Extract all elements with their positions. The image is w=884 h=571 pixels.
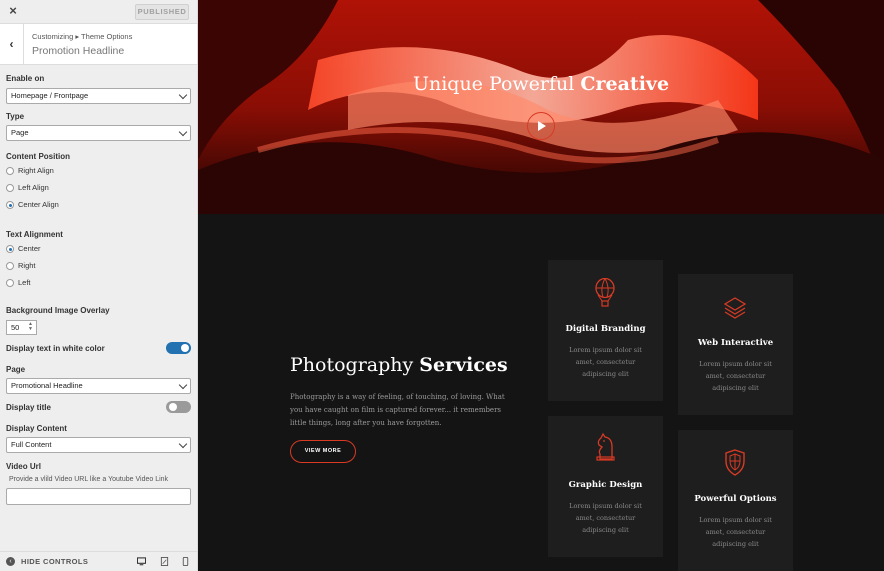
collapse-icon[interactable]: ‹ bbox=[6, 557, 15, 566]
card-text: Lorem ipsum dolor sit amet, consectetur … bbox=[699, 360, 772, 392]
video-url-label: Video Url bbox=[6, 462, 41, 471]
site-preview: Unique Powerful Creative Photography Ser… bbox=[198, 0, 884, 571]
type-label: Type bbox=[6, 112, 25, 121]
radio-button bbox=[6, 262, 14, 270]
type-select[interactable]: Page bbox=[6, 125, 191, 141]
radio-button bbox=[6, 167, 14, 175]
spinner-icon[interactable]: ▲ ▼ bbox=[28, 322, 33, 332]
display-content-select[interactable]: Full Content bbox=[6, 437, 191, 453]
enable-on-select[interactable]: Homepage / Frontpage bbox=[6, 88, 191, 104]
overlay-number-input[interactable]: 50 ▲ ▼ bbox=[6, 320, 37, 335]
radio-button bbox=[6, 184, 14, 192]
display-content-value: Full Content bbox=[11, 440, 52, 449]
white-text-toggle[interactable] bbox=[166, 342, 191, 354]
video-url-input[interactable] bbox=[6, 488, 191, 505]
card-text: Lorem ipsum dolor sit amet, consectetur … bbox=[699, 516, 772, 548]
service-card-digital-branding[interactable]: Digital Branding Lorem ipsum dolor sit a… bbox=[548, 260, 663, 401]
radio-label: Center bbox=[18, 244, 41, 253]
hero-title-bold: Creative bbox=[580, 73, 670, 95]
chevron-down-icon bbox=[178, 127, 188, 137]
back-button[interactable]: ‹ bbox=[0, 24, 24, 64]
toggle-knob bbox=[181, 344, 189, 352]
page-select[interactable]: Promotional Headline bbox=[6, 378, 191, 394]
display-content-label: Display Content bbox=[6, 424, 67, 433]
shield-icon bbox=[725, 449, 745, 476]
view-more-button[interactable]: VIEW MORE bbox=[290, 440, 356, 463]
radio-label: Center Align bbox=[18, 200, 59, 209]
layers-icon bbox=[723, 297, 747, 319]
white-text-label: Display text in white color bbox=[6, 344, 105, 353]
canyon-background-image bbox=[198, 0, 884, 214]
services-description: Photography is a way of feeling, of touc… bbox=[290, 393, 505, 427]
panel-title: Promotion Headline bbox=[32, 45, 125, 57]
overlay-label: Background Image Overlay bbox=[6, 306, 110, 315]
radio-button-selected bbox=[6, 245, 14, 253]
radio-label: Left Align bbox=[18, 183, 49, 192]
page-label: Page bbox=[6, 365, 26, 374]
overlay-value: 50 bbox=[11, 323, 20, 332]
radio-right-align[interactable]: Right Align bbox=[6, 166, 54, 176]
service-card-web-interactive[interactable]: Web Interactive Lorem ipsum dolor sit am… bbox=[678, 274, 793, 415]
mobile-preview-icon[interactable] bbox=[181, 557, 190, 566]
tablet-preview-icon[interactable] bbox=[160, 557, 169, 566]
radio-label: Left bbox=[18, 278, 31, 287]
desktop-preview-icon[interactable] bbox=[137, 557, 146, 566]
radio-center-align[interactable]: Center Align bbox=[6, 200, 59, 210]
card-title: Graphic Design bbox=[568, 480, 643, 490]
hero-section: Unique Powerful Creative bbox=[198, 0, 884, 214]
close-customizer-button[interactable]: × bbox=[6, 4, 20, 18]
radio-button bbox=[6, 279, 14, 287]
text-alignment-label: Text Alignment bbox=[6, 230, 63, 239]
display-title-label: Display title bbox=[6, 403, 51, 412]
enable-on-label: Enable on bbox=[6, 74, 45, 83]
card-title: Digital Branding bbox=[565, 324, 646, 334]
services-title: Photography Services bbox=[290, 354, 508, 376]
radio-label: Right bbox=[18, 261, 36, 270]
services-title-bold: Services bbox=[419, 354, 508, 376]
customizer-topbar: × PUBLISHED bbox=[0, 0, 197, 24]
display-title-toggle[interactable] bbox=[166, 401, 191, 413]
panel-header: ‹ Customizing ▸ Theme Options Promotion … bbox=[0, 24, 197, 65]
play-video-button[interactable] bbox=[527, 112, 555, 140]
customizer-sidebar: × PUBLISHED ‹ Customizing ▸ Theme Option… bbox=[0, 0, 198, 571]
chevron-left-icon: ‹ bbox=[9, 37, 14, 51]
published-button[interactable]: PUBLISHED bbox=[135, 4, 189, 20]
content-position-label: Content Position bbox=[6, 152, 70, 161]
chevron-down-icon bbox=[178, 380, 188, 390]
breadcrumb: Customizing ▸ Theme Options bbox=[32, 32, 133, 41]
enable-on-value: Homepage / Frontpage bbox=[11, 91, 89, 100]
page-value: Promotional Headline bbox=[11, 381, 83, 390]
hot-air-balloon-icon bbox=[595, 278, 615, 307]
chevron-down-icon bbox=[178, 439, 188, 449]
chevron-down-icon bbox=[178, 90, 188, 100]
service-card-powerful-options[interactable]: Powerful Options Lorem ipsum dolor sit a… bbox=[678, 430, 793, 571]
chess-knight-icon bbox=[596, 432, 615, 461]
card-title: Powerful Options bbox=[694, 494, 777, 504]
radio-label: Right Align bbox=[18, 166, 54, 175]
card-title: Web Interactive bbox=[697, 338, 774, 348]
type-value: Page bbox=[11, 128, 29, 137]
hero-title: Unique Powerful Creative bbox=[198, 73, 884, 95]
services-title-regular: Photography bbox=[290, 354, 420, 376]
radio-button-selected bbox=[6, 201, 14, 209]
video-url-description: Provide a vlild Video URL like a Youtube… bbox=[9, 476, 169, 483]
service-card-graphic-design[interactable]: Graphic Design Lorem ipsum dolor sit ame… bbox=[548, 416, 663, 557]
card-text: Lorem ipsum dolor sit amet, consectetur … bbox=[569, 502, 642, 534]
card-text: Lorem ipsum dolor sit amet, consectetur … bbox=[569, 346, 642, 378]
toggle-knob bbox=[169, 403, 177, 411]
radio-left-align[interactable]: Left Align bbox=[6, 183, 49, 193]
radio-left[interactable]: Left bbox=[6, 278, 31, 288]
hide-controls-button[interactable]: HIDE CONTROLS bbox=[21, 557, 88, 566]
hero-title-regular: Unique Powerful bbox=[412, 73, 581, 95]
radio-right[interactable]: Right bbox=[6, 261, 36, 271]
radio-center[interactable]: Center bbox=[6, 244, 41, 254]
customizer-footer: ‹ HIDE CONTROLS bbox=[0, 551, 197, 571]
